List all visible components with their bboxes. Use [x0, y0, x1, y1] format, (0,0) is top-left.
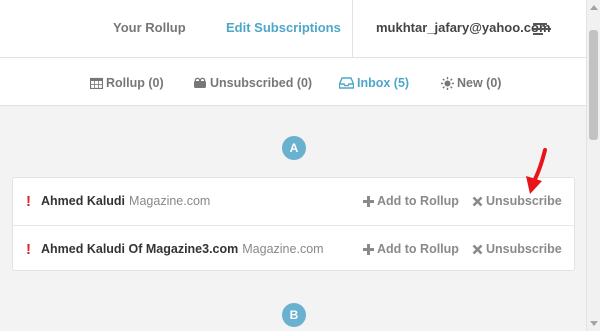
tab-unsubscribed-label: Unsubscribed (0) [210, 76, 313, 90]
add-to-rollup-label: Add to Rollup [377, 242, 459, 256]
group-letter-a: A [282, 136, 306, 160]
sender-source: Magazine.com [129, 194, 211, 208]
group-letter-b: B [282, 303, 306, 327]
account-email[interactable]: mukhtar_jafary@yahoo.com [376, 20, 551, 35]
sender-name-text: Ahmed Kaludi Of Magazine3.com [41, 242, 239, 256]
your-rollup-link[interactable]: Your Rollup [113, 20, 186, 35]
x-icon [472, 244, 483, 254]
tab-inbox[interactable]: Inbox (5) [339, 76, 409, 90]
scrollbar-thumb[interactable] [589, 30, 598, 140]
sender-name: Ahmed Kaludi Magazine.com [41, 194, 210, 208]
plus-icon [363, 243, 374, 255]
folder-tabs: Rollup (0) Unsubscribed (0) Inbox (5) Ne… [0, 58, 586, 106]
edit-subscriptions-link[interactable]: Edit Subscriptions [226, 20, 341, 35]
sender-source: Magazine.com [242, 242, 324, 256]
x-icon [472, 196, 483, 206]
alert-flag-icon: ! [26, 241, 31, 258]
unsubscribe-button[interactable]: Unsubscribe [472, 242, 562, 256]
navbar-divider [352, 0, 353, 58]
unsubscribe-button[interactable]: Unsubscribe [472, 194, 562, 208]
bomb-icon [194, 77, 206, 88]
tab-inbox-label: Inbox (5) [357, 76, 410, 90]
sender-name-text: Ahmed Kaludi [41, 194, 126, 208]
inbox-icon [339, 77, 354, 89]
sun-icon [441, 76, 454, 90]
add-to-rollup-button[interactable]: Add to Rollup [363, 194, 459, 208]
add-to-rollup-label: Add to Rollup [377, 194, 459, 208]
plus-icon [363, 195, 374, 207]
unsubscribe-label: Unsubscribe [486, 194, 562, 208]
tab-unsubscribed[interactable]: Unsubscribed (0) [193, 76, 312, 90]
tab-new-label: New (0) [457, 76, 502, 90]
tab-rollup[interactable]: Rollup (0) [90, 76, 164, 90]
list-item: ! Ahmed Kaludi Of Magazine3.com Magazine.… [13, 225, 574, 272]
calendar-icon [90, 77, 103, 89]
annotation-arrow-icon [526, 148, 547, 194]
tab-rollup-label: Rollup (0) [106, 76, 164, 90]
vertical-scrollbar[interactable] [586, 0, 600, 331]
subscription-list: ! Ahmed Kaludi Magazine.com Add to Rollup… [12, 177, 575, 271]
add-to-rollup-button[interactable]: Add to Rollup [363, 242, 459, 256]
list-item: ! Ahmed Kaludi Magazine.com Add to Rollup… [13, 178, 574, 225]
top-navbar: Your Rollup Edit Subscriptions mukhtar_j… [0, 0, 586, 58]
alert-flag-icon: ! [26, 193, 31, 210]
scroll-down-arrow-icon[interactable] [590, 321, 598, 326]
sender-name: Ahmed Kaludi Of Magazine3.com Magazine.co… [41, 242, 324, 256]
menu-icon[interactable] [533, 22, 551, 36]
unsubscribe-label: Unsubscribe [486, 242, 562, 256]
scroll-up-arrow-icon[interactable] [590, 5, 598, 10]
tab-new[interactable]: New (0) [441, 76, 501, 90]
